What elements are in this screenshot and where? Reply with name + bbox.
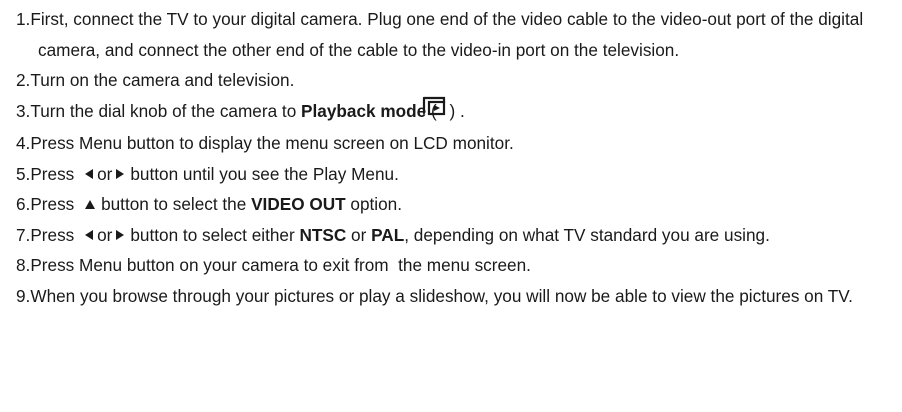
or-text: or xyxy=(346,224,372,245)
ntsc-label: NTSC xyxy=(299,224,347,245)
instructions-page: 1.First, connect the TV to your digital … xyxy=(0,0,902,412)
step-5: 5.Press or button until you see the Play … xyxy=(16,159,886,190)
step-text: Press xyxy=(30,224,80,245)
step-text: Press Menu button on your camera to exit… xyxy=(30,255,531,276)
step-8: 8.Press Menu button on your camera to ex… xyxy=(16,250,886,281)
step-text: button to select the xyxy=(101,194,252,215)
up-arrow-icon xyxy=(85,200,96,210)
step-number: 8. xyxy=(16,255,31,276)
step-text-paren-close: ) . xyxy=(449,100,465,121)
steps-list: 1.First, connect the TV to your digital … xyxy=(16,4,886,312)
step-1: 1.First, connect the TV to your digital … xyxy=(16,4,886,65)
step-text: When you browse through your pictures or… xyxy=(30,286,853,306)
step-2: 2.Turn on the camera and television. xyxy=(16,65,886,96)
step-text: Press Menu button to display the menu sc… xyxy=(30,133,514,154)
playback-mode-label: Playback mode xyxy=(301,100,427,121)
step-text: First, connect the TV to your digital ca… xyxy=(30,9,864,60)
step-text: Press xyxy=(30,163,80,184)
step-number: 6. xyxy=(16,194,31,215)
step-text: Turn the dial knob of the camera to xyxy=(30,100,302,121)
playback-mode-icon xyxy=(423,94,447,126)
right-arrow-icon xyxy=(116,230,125,241)
step-text: , depending on what TV standard you are … xyxy=(404,224,770,245)
pal-label: PAL xyxy=(371,224,405,245)
step-number: 3. xyxy=(16,100,31,121)
step-4: 4.Press Menu button to display the menu … xyxy=(16,128,886,159)
or-text: or xyxy=(97,163,113,184)
step-text: button to select either xyxy=(130,224,300,245)
step-text: option. xyxy=(345,194,403,215)
step-text: button until you see the Play Menu. xyxy=(130,163,399,184)
step-number: 9. xyxy=(16,286,31,306)
step-9: 9.When you browse through your pictures … xyxy=(16,281,886,312)
step-number: 4. xyxy=(16,133,31,154)
left-arrow-icon xyxy=(85,230,94,241)
step-number: 7. xyxy=(16,224,31,245)
step-3: 3.Turn the dial knob of the camera to Pl… xyxy=(16,96,886,128)
step-7: 7.Press or button to select either NTSC o… xyxy=(16,220,886,251)
step-text: Turn on the camera and television. xyxy=(30,70,295,91)
video-out-label: VIDEO OUT xyxy=(251,194,346,215)
left-arrow-icon xyxy=(85,169,94,180)
or-text: or xyxy=(97,224,113,245)
step-text: Press xyxy=(30,194,80,215)
step-number: 5. xyxy=(16,163,31,184)
right-arrow-icon xyxy=(116,169,125,180)
step-number: 2. xyxy=(16,70,31,91)
step-6: 6.Press button to select the VIDEO OUT o… xyxy=(16,189,886,220)
step-number: 1. xyxy=(16,9,31,29)
